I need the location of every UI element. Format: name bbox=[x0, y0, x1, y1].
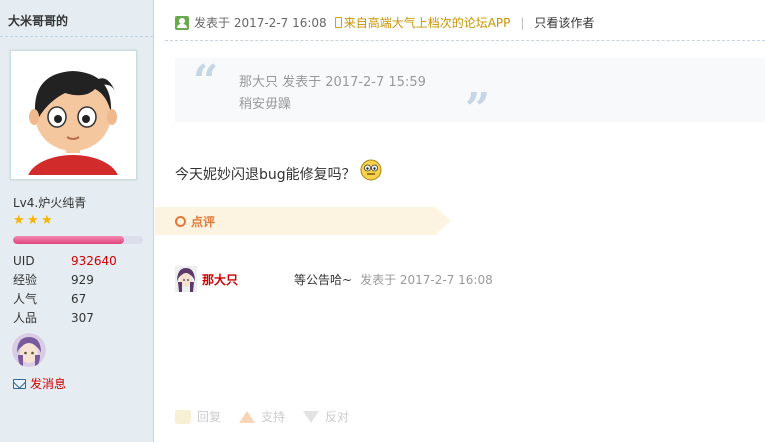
experience-bar bbox=[13, 236, 143, 244]
comment-text: 等公告哈~ bbox=[294, 272, 353, 287]
post-text: 今天妮妙闪退bug能修复吗？ bbox=[175, 167, 356, 183]
emoji-icon bbox=[360, 159, 382, 181]
send-message-link[interactable]: 发消息 bbox=[13, 375, 66, 392]
experience-bar-fill bbox=[13, 236, 124, 244]
separator: | bbox=[520, 15, 525, 30]
quote-block: “ 那大只 发表于 2017-2-7 15:59 稍安毋躁 ” bbox=[175, 56, 765, 132]
stat-row: 经验 929 bbox=[13, 271, 143, 290]
thumb-down-icon bbox=[303, 410, 320, 423]
comment-label: 点评 bbox=[191, 215, 216, 229]
comment-circle-icon bbox=[175, 216, 186, 227]
post-content-area: 发表于 2017-2-7 16:08 来自高端大气上档次的论坛APP | 只看该… bbox=[155, 0, 765, 442]
stat-value: 67 bbox=[71, 292, 87, 306]
user-stats: UID 932640 经验 929 人气 67 人品 307 bbox=[13, 252, 143, 328]
quote-body: 稍安毋躁 bbox=[239, 97, 292, 112]
star-icon: ★ bbox=[13, 213, 25, 228]
oppose-label: 反对 bbox=[325, 410, 350, 424]
post-actions: 回复 支持 反对 bbox=[175, 408, 349, 425]
support-button[interactable]: 支持 bbox=[239, 408, 285, 425]
user-level[interactable]: Lv4.炉火纯青 bbox=[13, 194, 86, 211]
author-sidebar: 大米哥哥的 Lv4.炉火纯青 ★ ★ ★ UID 932640 经验 929 人… bbox=[0, 0, 154, 442]
reply-icon bbox=[175, 409, 191, 424]
thumb-up-icon bbox=[239, 410, 256, 423]
stat-key: UID bbox=[13, 254, 35, 268]
post-info-bar: 发表于 2017-2-7 16:08 来自高端大气上档次的论坛APP | 只看该… bbox=[175, 14, 594, 31]
star-icon: ★ bbox=[41, 213, 53, 228]
post-body: 今天妮妙闪退bug能修复吗？ bbox=[175, 159, 382, 184]
commenter-avatar[interactable] bbox=[175, 266, 197, 292]
send-message-label: 发消息 bbox=[30, 377, 67, 391]
stat-key: 经验 bbox=[13, 273, 38, 287]
mail-icon bbox=[13, 378, 26, 389]
stat-value: 307 bbox=[71, 311, 94, 325]
post-time: 发表于 2017-2-7 16:08 bbox=[194, 16, 327, 30]
comment-section-header: 点评 bbox=[155, 207, 451, 235]
comment-time: 发表于 2017-2-7 16:08 bbox=[360, 272, 493, 287]
sidebar-divider bbox=[0, 36, 153, 37]
reply-button[interactable]: 回复 bbox=[175, 408, 221, 425]
commenter-name[interactable]: 那大只 bbox=[202, 271, 294, 288]
stat-row: UID 932640 bbox=[13, 252, 143, 271]
level-stars: ★ ★ ★ bbox=[13, 213, 53, 228]
reply-label: 回复 bbox=[197, 410, 222, 424]
stat-key: 人品 bbox=[13, 311, 38, 325]
stat-row: 人品 307 bbox=[13, 309, 143, 328]
close-quote-mark: ” bbox=[465, 84, 491, 135]
author-name[interactable]: 大米哥哥的 bbox=[8, 12, 68, 29]
stat-value[interactable]: 932640 bbox=[71, 252, 117, 271]
online-user-icon bbox=[175, 15, 189, 30]
avatar[interactable] bbox=[10, 50, 137, 180]
stat-key: 人气 bbox=[13, 292, 38, 306]
oppose-button[interactable]: 反对 bbox=[303, 408, 349, 425]
support-label: 支持 bbox=[261, 410, 286, 424]
stat-value: 929 bbox=[71, 273, 94, 287]
mobile-icon bbox=[334, 17, 342, 28]
open-quote-mark: “ bbox=[193, 56, 219, 107]
quote-header: 那大只 发表于 2017-2-7 15:59 bbox=[239, 75, 426, 90]
app-source-link[interactable]: 来自高端大气上档次的论坛APP bbox=[344, 14, 511, 31]
comment-item: 那大只 等公告哈~ 发表于 2017-2-7 16:08 bbox=[175, 266, 493, 292]
medal-icon[interactable] bbox=[12, 333, 46, 367]
stat-row: 人气 67 bbox=[13, 290, 143, 309]
star-icon: ★ bbox=[27, 213, 39, 228]
cartoon-avatar-image bbox=[15, 55, 132, 175]
post-divider bbox=[165, 40, 765, 41]
view-author-only-link[interactable]: 只看该作者 bbox=[534, 14, 594, 31]
